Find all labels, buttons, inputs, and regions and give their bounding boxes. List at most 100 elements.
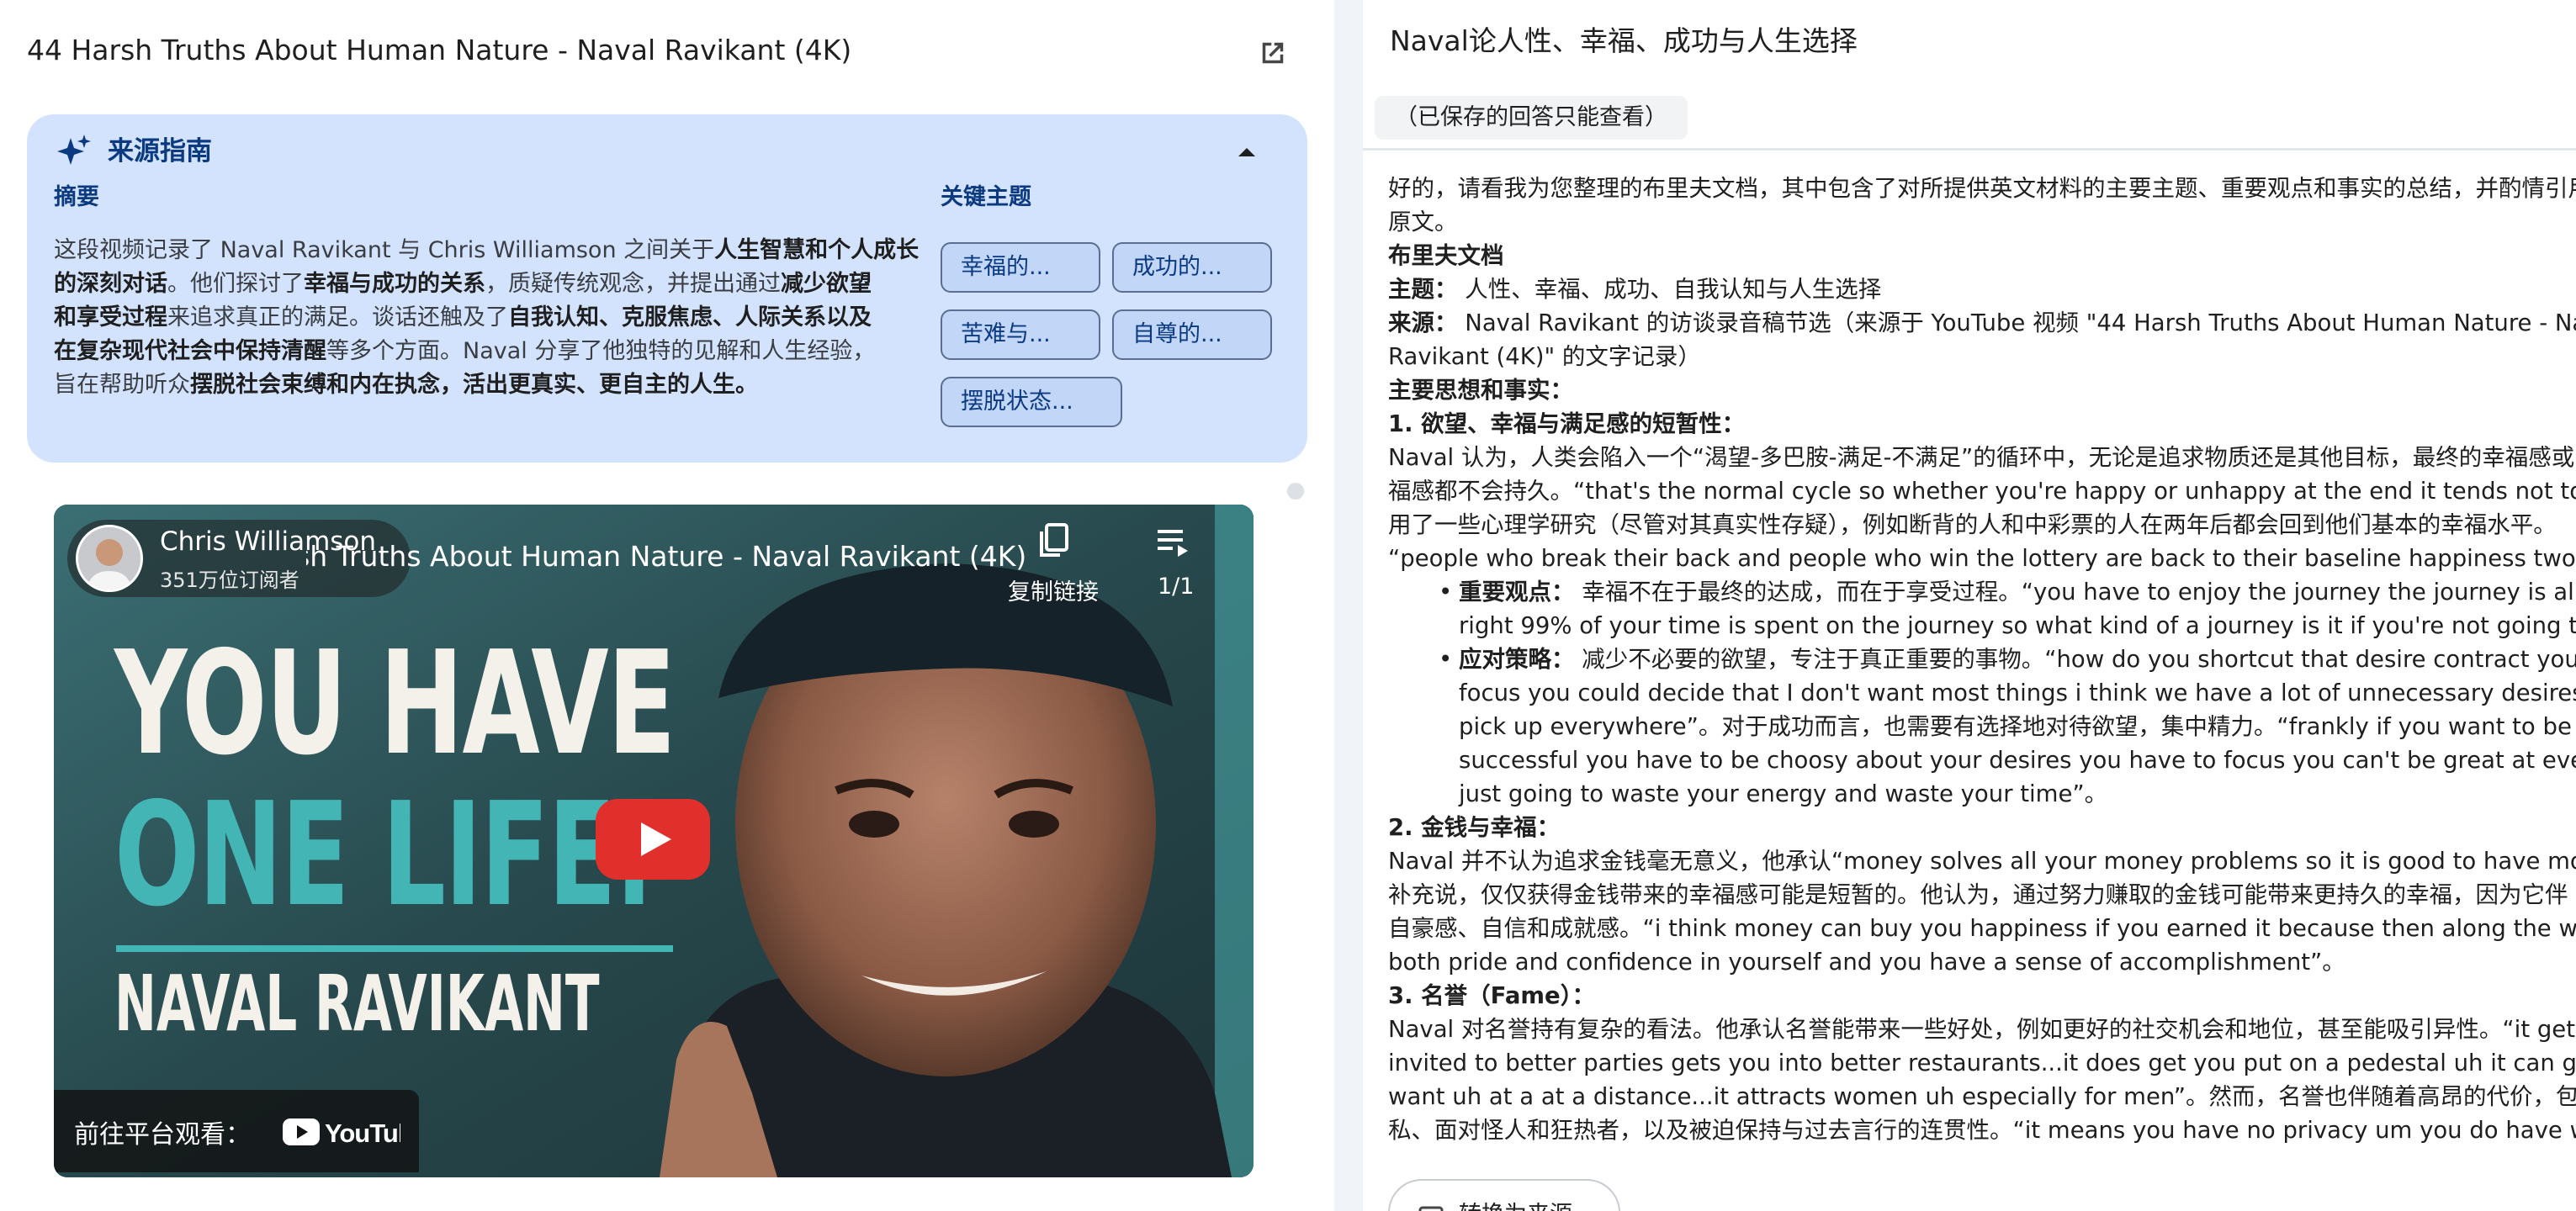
video-player[interactable]: Chris Williamson 351万位订阅者 44 Harsh Truth… — [54, 505, 1254, 1177]
summary-emphasis: 的深刻对话 — [54, 271, 167, 297]
note-bullet-line: successful you have to be choosy about y… — [1388, 743, 2576, 777]
note-text: 1. 欲望、幸福与满足感的短暂性： — [1388, 410, 1746, 437]
play-icon[interactable] — [596, 799, 710, 880]
topic-chip[interactable]: 摆脱状态... — [941, 377, 1122, 427]
summary-line: 的深刻对话。他们探讨了幸福与成功的关系，质疑传统观念，并提出通过减少欲望 — [54, 267, 937, 301]
note-key-label: 主题： — [1388, 276, 1458, 303]
note-text: Naval 并不认为追求金钱毫无意义，他承认“money solves all … — [1388, 848, 2576, 875]
video-title[interactable]: 44 Harsh Truths About Human Nature - Nav… — [306, 540, 1026, 573]
note-paragraph-line: both pride and confidence in yourself an… — [1388, 945, 2576, 979]
note-text: focus you could decide that I don't want… — [1459, 680, 2576, 706]
summary-line: 和享受过程来追求真正的满足。谈话还触及了自我认知、克服焦虑、人际关系以及 — [54, 301, 937, 335]
person-avatar-icon — [78, 527, 140, 590]
note-text: want uh at a at a distance...it attracts… — [1388, 1083, 2576, 1110]
sparkle-icon — [57, 135, 91, 165]
note-paragraph-line: invited to better parties gets you into … — [1388, 1046, 2576, 1080]
summary-emphasis: 和享受过程 — [54, 304, 167, 331]
channel-avatar[interactable] — [76, 525, 143, 592]
note-paragraph-line: 主题： 人性、幸福、成功、自我认知与人生选择 — [1388, 272, 2576, 306]
watch-on-platform[interactable]: 前往平台观看： YouTube — [54, 1090, 419, 1172]
summary-line: 旨在帮助听众摆脱社会束缚和内在执念，活出更真实、更自主的人生。 — [54, 368, 937, 402]
source-panel: 44 Harsh Truths About Human Nature - Nav… — [0, 0, 1334, 1211]
note-paragraph-line: Naval 并不认为追求金钱毫无意义，他承认“money solves all … — [1388, 844, 2576, 878]
note-text: 自豪感、自信和成就感。“i think money can buy you ha… — [1388, 915, 2576, 942]
note-text: 福感都不会持久。“that's the normal cycle so whet… — [1388, 478, 2576, 505]
note-paragraph-line: 用了一些心理学研究（尽管对其真实性存疑），例如断背的人和中彩票的人在两年后都会回… — [1388, 508, 2576, 542]
key-topics-heading: 关键主题 — [941, 184, 1031, 210]
copy-icon[interactable] — [1036, 521, 1070, 558]
summary-line: 在复杂现代社会中保持清醒等多个方面。Naval 分享了他独特的见解和人生经验， — [54, 335, 937, 368]
open-in-new-icon[interactable] — [1255, 35, 1291, 71]
note-text: pick up everywhere”。对于成功而言，也需要有选择地对待欲望，集… — [1459, 713, 2572, 740]
note-text: 2. 金钱与幸福： — [1388, 814, 1561, 841]
thumbnail-guest-name: NAVAL RAVIKANT — [114, 959, 600, 1049]
note-text: 补充说，仅仅获得金钱带来的幸福感可能是短暂的。他认为，通过努力赚取的金钱可能带来… — [1388, 881, 2568, 908]
note-text: 减少不必要的欲望，专注于真正重要的事物。“how do you shortcut… — [1574, 646, 2576, 673]
note-paragraph-line: 补充说，仅仅获得金钱带来的幸福感可能是短暂的。他认为，通过努力赚取的金钱可能带来… — [1388, 878, 2576, 912]
summary-heading: 摘要 — [54, 184, 99, 210]
summary-text: 这段视频记录了 Naval Ravikant 与 Chris Williamso… — [54, 234, 937, 402]
source-guide-card: 来源指南 摘要 这段视频记录了 Naval Ravikant 与 Chris W… — [27, 114, 1307, 463]
summary-fragment: 。他们探讨了 — [167, 271, 304, 297]
summary-fragment: 等多个方面。Naval 分享了他独特的见解和人生经验， — [326, 338, 876, 364]
note-text: Naval 认为，人类会陷入一个“渴望-多巴胺-满足-不满足”的循环中，无论是追… — [1388, 444, 2575, 471]
note-heading: 主要思想和事实： — [1388, 373, 2576, 407]
playlist-count: 1/1 — [1158, 574, 1195, 600]
convert-to-source-label[interactable]: 转换为来源 — [1459, 1196, 1572, 1211]
youtube-wordmark: YouTube — [325, 1118, 400, 1148]
summary-emphasis: 人生智慧和个人成长 — [714, 237, 920, 263]
summary-fragment: 这段视频记录了 Naval Ravikant 与 Chris Williamso… — [54, 237, 715, 263]
note-bullet-line: right 99% of your time is spent on the j… — [1388, 609, 2576, 643]
note-text: 原文。 — [1388, 209, 1458, 235]
note-text: Naval Ravikant 的访谈录音稿节选（来源于 YouTube 视频 "… — [1457, 309, 2576, 336]
note-bullet-line: • 应对策略： 减少不必要的欲望，专注于真正重要的事物。“how do you s… — [1388, 643, 2576, 676]
note-bullet-line: • 重要观点： 幸福不在于最终的达成，而在于享受过程。“you have to e… — [1388, 575, 2576, 609]
summary-fragment: 旨在帮助听众 — [54, 372, 190, 398]
summary-emphasis: 幸福与成功的关系 — [304, 271, 485, 297]
topic-chip[interactable]: 苦难与... — [941, 309, 1100, 360]
topic-chip[interactable]: 幸福的... — [941, 242, 1100, 293]
note-bullet-line: focus you could decide that I don't want… — [1388, 676, 2576, 710]
summary-emphasis: 摆脱社会束缚和内在执念，活出更真实、更自主的人生。 — [190, 372, 758, 398]
note-paragraph-line: 原文。 — [1388, 205, 2576, 239]
bullet-dot: • — [1439, 579, 1453, 606]
note-text: 好的，请看我为您整理的布里夫文档，其中包含了对所提供英文材料的主要主题、重要观点… — [1388, 175, 2576, 202]
note-heading: 1. 欲望、幸福与满足感的短暂性： — [1388, 407, 2576, 441]
note-text: both pride and confidence in yourself an… — [1388, 949, 2345, 976]
note-bullet-line: pick up everywhere”。对于成功而言，也需要有选择地对待欲望，集… — [1388, 710, 2576, 743]
note-text: right 99% of your time is spent on the j… — [1459, 612, 2576, 639]
note-paragraph-line: want uh at a at a distance...it attracts… — [1388, 1080, 2576, 1113]
note-icon — [1418, 1206, 1444, 1211]
note-paragraph-line: Ravikant (4K)" 的文字记录） — [1388, 340, 2576, 373]
note-paragraph-line: 私、面对怪人和狂热者，以及被迫保持与过去言行的连贯性。“it means you… — [1388, 1113, 2576, 1147]
note-divider — [1363, 148, 2576, 151]
chevron-up-icon[interactable] — [1230, 138, 1264, 165]
note-paragraph-line: Naval 对名誉持有复杂的看法。他承认名誉能带来一些好处，例如更好的社交机会和… — [1388, 1013, 2576, 1046]
note-key-label: 重要观点： — [1459, 579, 1575, 606]
topic-chip[interactable]: 成功的... — [1112, 242, 1272, 293]
summary-emphasis: 在复杂现代社会中保持清醒 — [54, 338, 326, 364]
note-paragraph-line: “people who break their back and people … — [1388, 542, 2576, 575]
note-text: 用了一些心理学研究（尽管对其真实性存疑），例如断背的人和中彩票的人在两年后都会回… — [1388, 511, 2557, 538]
source-guide-title: 来源指南 — [108, 136, 212, 167]
youtube-logo-icon[interactable]: YouTube — [283, 1115, 400, 1149]
panel-divider — [1334, 0, 1363, 1211]
thumbnail-rule — [116, 945, 673, 952]
convert-to-source-button[interactable]: 转换为来源 — [1388, 1179, 1620, 1211]
note-text: 人性、幸福、成功、自我认知与人生选择 — [1457, 276, 1882, 303]
note-text: Naval 对名誉持有复杂的看法。他承认名誉能带来一些好处，例如更好的社交机会和… — [1388, 1016, 2576, 1043]
note-body: 好的，请看我为您整理的布里夫文档，其中包含了对所提供英文材料的主要主题、重要观点… — [1388, 172, 2576, 1147]
summary-emphasis: 减少欲望 — [781, 271, 872, 297]
note-paragraph-line: Naval 认为，人类会陷入一个“渴望-多巴胺-满足-不满足”的循环中，无论是追… — [1388, 441, 2576, 474]
topic-chip[interactable]: 自尊的... — [1112, 309, 1272, 360]
copy-link-label[interactable]: 复制链接 — [1008, 574, 1099, 606]
note-text: “people who break their back and people … — [1388, 545, 2576, 572]
note-text: invited to better parties gets you into … — [1388, 1050, 2576, 1076]
playlist-icon[interactable] — [1158, 528, 1191, 558]
scrollbar-thumb[interactable] — [1287, 483, 1304, 500]
note-paragraph-line: 好的，请看我为您整理的布里夫文档，其中包含了对所提供英文材料的主要主题、重要观点… — [1388, 172, 2576, 205]
note-key-label: 应对策略： — [1459, 646, 1575, 673]
watch-on-label[interactable]: 前往平台观看： — [74, 1113, 251, 1150]
note-text: 私、面对怪人和狂热者，以及被迫保持与过去言行的连贯性。“it means you… — [1388, 1117, 2576, 1144]
note-paragraph-line: 自豪感、自信和成就感。“i think money can buy you ha… — [1388, 912, 2576, 945]
